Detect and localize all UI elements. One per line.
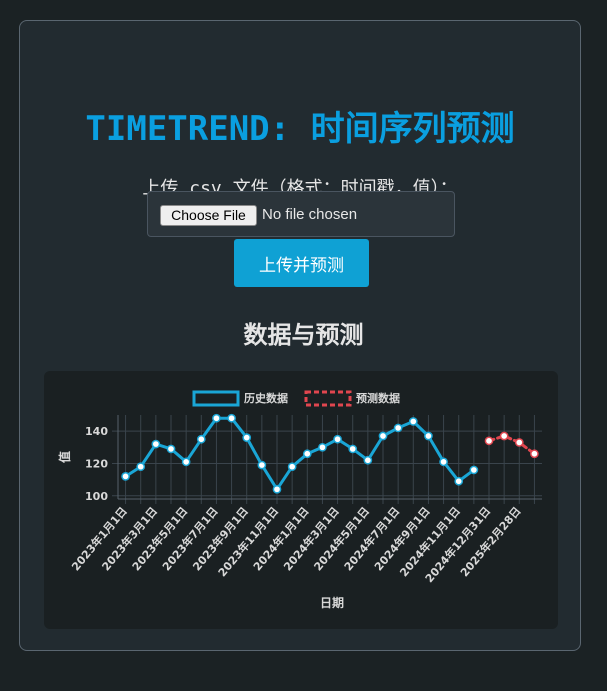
legend-swatch-history: [192, 390, 240, 407]
data-point-history: [439, 457, 448, 467]
chart-container: 历史数据 预测数据 100 120 140 2023年1月1日 2023年3月1日 202…: [44, 371, 558, 629]
y-axis-label: 值: [57, 451, 72, 463]
page-title: TIMETREND: 时间序列预测: [85, 109, 515, 149]
series-line-forecast: [487, 434, 536, 456]
data-point-history: [424, 431, 433, 441]
section-title: 数据与预测: [243, 321, 364, 349]
x-axis-label: 日期: [320, 595, 344, 610]
data-point-history: [121, 472, 130, 481]
data-point-history: [136, 462, 146, 472]
data-point-forecast: [514, 438, 524, 447]
data-point-history: [348, 444, 358, 454]
data-point-history: [257, 460, 267, 470]
data-point-history: [151, 439, 161, 449]
y-tick-label: 140: [85, 425, 108, 438]
data-point-history: [454, 476, 464, 486]
data-point-history: [181, 457, 191, 467]
series-line-history: [124, 416, 476, 491]
data-point-history: [196, 434, 206, 444]
chart-legend[interactable]: 历史数据 预测数据: [192, 390, 400, 407]
data-point-history: [272, 484, 282, 494]
data-point-history: [227, 413, 236, 423]
data-point-forecast: [484, 436, 494, 446]
file-input[interactable]: Choose File No file chosen: [147, 191, 455, 237]
file-status-text: No file chosen: [262, 206, 358, 223]
data-point-forecast: [530, 449, 539, 459]
data-point-history: [378, 431, 388, 441]
y-tick-label: 100: [85, 490, 108, 503]
data-point-history: [302, 449, 312, 459]
data-point-history: [363, 455, 373, 465]
grid-layer: [112, 415, 542, 504]
data-point-history: [469, 465, 479, 475]
legend-swatch-forecast: [304, 390, 352, 407]
choose-file-button[interactable]: Choose File: [160, 205, 257, 226]
data-point-history: [166, 444, 176, 454]
data-point-forecast: [499, 431, 509, 441]
data-point-history: [212, 413, 221, 423]
data-point-history: [318, 442, 327, 452]
y-tick-label: 120: [85, 457, 108, 470]
legend-label-history: 历史数据: [244, 391, 288, 405]
data-point-history: [393, 423, 403, 433]
data-point-history: [408, 417, 418, 426]
axes-layer: 1001201402023年1月1日2023年3月1日2023年5月1日2023…: [68, 415, 542, 585]
data-point-history: [242, 433, 252, 442]
upload-predict-button[interactable]: 上传并预测: [234, 239, 369, 287]
data-point-history: [287, 462, 297, 472]
data-point-history: [333, 434, 342, 444]
series-layer: [121, 413, 539, 494]
chart-svg: 历史数据 预测数据 1001201402023年1月1日2023年3月1日202…: [57, 390, 542, 610]
legend-label-forecast: 预测数据: [356, 391, 400, 405]
